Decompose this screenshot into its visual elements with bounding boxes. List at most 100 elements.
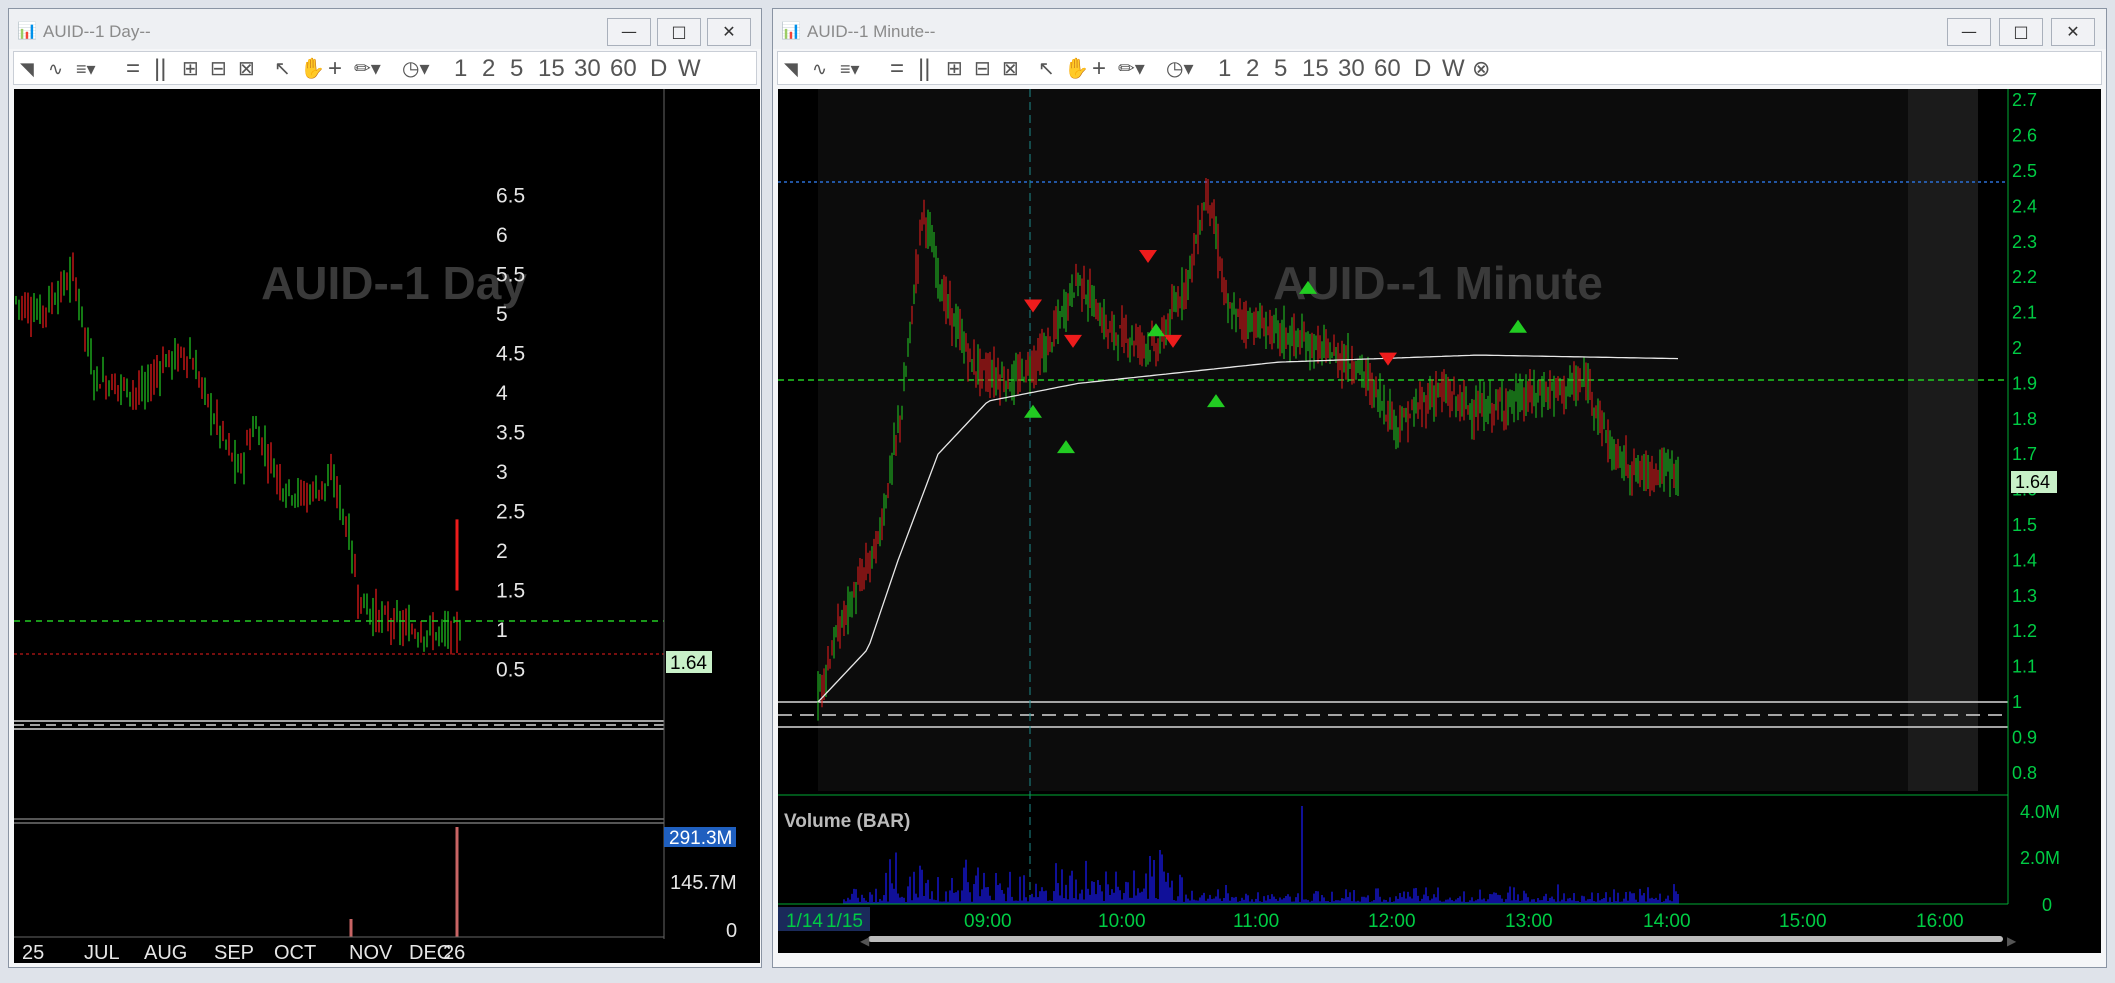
- session-shade: [818, 89, 1948, 791]
- y-tick-label: 2.1: [2012, 303, 2037, 323]
- vertical-line-icon[interactable]: ||: [154, 56, 166, 82]
- minimize-button[interactable]: —: [607, 18, 651, 46]
- price-tag-text: 1.64: [670, 653, 707, 674]
- x-axis-label: 1/15: [826, 911, 863, 932]
- y-tick-label: 1.5: [2012, 515, 2037, 535]
- scroll-left-icon[interactable]: ◀: [860, 934, 870, 948]
- y-tick-label: 3: [496, 461, 508, 484]
- y-tick-label: 1.9: [2012, 373, 2037, 393]
- y-tick-label: 1.7: [2012, 444, 2037, 464]
- hand-icon[interactable]: ✋: [1064, 56, 1089, 82]
- minute-chart-window: 📊 AUID--1 Minute-- — □ ✕ ◥ ∿ ≡▾ = || ⊞ ⊟…: [772, 8, 2107, 968]
- y-tick-label: 4: [496, 382, 508, 405]
- y-tick-label: 2.3: [2012, 232, 2037, 252]
- window-title: AUID--1 Minute--: [807, 22, 936, 41]
- y-tick-label: 5: [496, 303, 508, 326]
- interval-week[interactable]: W: [678, 56, 701, 82]
- minute-chart-svg: AUID--1 Minute 2.7 2.6 2.5 2.4 2.3 2.2 2.1 2 1.9…: [778, 89, 2060, 948]
- bar-chart-icon[interactable]: ◥: [784, 56, 798, 82]
- interval-2[interactable]: 2: [1246, 56, 1259, 82]
- crosshair-icon[interactable]: +: [328, 56, 342, 82]
- bar-chart-icon[interactable]: ◥: [20, 56, 34, 82]
- horizontal-line-icon[interactable]: =: [126, 56, 140, 82]
- interval-2[interactable]: 2: [482, 56, 495, 82]
- x-axis-label: 16:00: [1916, 911, 1964, 932]
- y-tick-label: 1: [496, 619, 508, 642]
- volume-mid-label: 2.0M: [2020, 848, 2060, 868]
- daily-chart-window: 📊 AUID--1 Day-- — □ ✕ ◥ ∿ ≡▾ = || ⊞ ⊟ ⊠ …: [8, 8, 762, 968]
- pencil-icon[interactable]: ✏▾: [1118, 56, 1145, 82]
- y-tick-label: 0.9: [2012, 727, 2037, 747]
- scroll-right-icon[interactable]: ▶: [2007, 934, 2017, 948]
- pencil-icon[interactable]: ✏▾: [354, 56, 381, 82]
- volume-max-label: 291.3M: [669, 828, 732, 849]
- maximize-button[interactable]: □: [657, 18, 701, 46]
- study-icon[interactable]: ≡▾: [840, 56, 860, 82]
- line-chart-icon[interactable]: ∿: [48, 56, 63, 82]
- y-tick-label: 2.2: [2012, 267, 2037, 287]
- zoom-in-icon[interactable]: ⊞: [182, 56, 199, 82]
- clock-icon[interactable]: ◷▾: [402, 56, 430, 82]
- x-axis-label: 13:00: [1505, 911, 1553, 932]
- chart-app-icon: 📊: [17, 21, 37, 40]
- horizontal-scrollbar[interactable]: [868, 936, 2003, 942]
- interval-5[interactable]: 5: [510, 56, 523, 82]
- interval-5[interactable]: 5: [1274, 56, 1287, 82]
- interval-1[interactable]: 1: [1218, 56, 1231, 82]
- clock-icon[interactable]: ◷▾: [1166, 56, 1194, 82]
- zoom-out-icon[interactable]: ⊟: [974, 56, 991, 82]
- close-button[interactable]: ✕: [2051, 18, 2095, 46]
- interval-day[interactable]: D: [650, 56, 667, 82]
- x-axis-label: 12:00: [1368, 911, 1416, 932]
- zoom-fit-icon[interactable]: ⊠: [1002, 56, 1019, 82]
- title-bar[interactable]: 📊 AUID--1 Minute-- — □ ✕: [773, 9, 2106, 49]
- chart-toolbar: ◥ ∿ ≡▾ = || ⊞ ⊟ ⊠ ↖ ✋ + ✏▾ ◷▾ 1 2 5 15 3…: [13, 51, 757, 85]
- interval-day[interactable]: D: [1414, 56, 1431, 82]
- y-tick-label: 2.6: [2012, 126, 2037, 146]
- y-tick-label: 4.5: [496, 343, 525, 366]
- minimize-button[interactable]: —: [1947, 18, 1991, 46]
- chart-toolbar: ◥ ∿ ≡▾ = || ⊞ ⊟ ⊠ ↖ ✋ + ✏▾ ◷▾ 1 2 5 15 3…: [777, 51, 2102, 85]
- y-tick-label: 6.5: [496, 185, 525, 208]
- zoom-in-icon[interactable]: ⊞: [946, 56, 963, 82]
- interval-30[interactable]: 30: [1338, 56, 1365, 82]
- y-tick-label: 1.8: [2012, 409, 2037, 429]
- minute-chart-area[interactable]: AUID--1 Minute 2.7 2.6 2.5 2.4 2.3 2.2 2.1 2 1.9…: [778, 89, 2101, 953]
- maximize-button[interactable]: □: [1999, 18, 2043, 46]
- y-tick-label: 0.8: [2012, 763, 2037, 783]
- x-axis-label: 10:00: [1098, 911, 1146, 932]
- x-axis-label: JUL: [84, 942, 120, 963]
- chart-watermark: AUID--1 Minute: [1273, 257, 1603, 309]
- title-bar[interactable]: 📊 AUID--1 Day-- — □ ✕: [9, 9, 761, 49]
- zoom-out-icon[interactable]: ⊟: [210, 56, 227, 82]
- y-tick-label: 5.5: [496, 264, 525, 287]
- interval-30[interactable]: 30: [574, 56, 601, 82]
- close-button[interactable]: ✕: [707, 18, 751, 46]
- vertical-line-icon[interactable]: ||: [918, 56, 930, 82]
- y-tick-label: 3.5: [496, 422, 525, 445]
- volume-max-label: 4.0M: [2020, 802, 2060, 822]
- interval-week[interactable]: W: [1442, 56, 1465, 82]
- interval-15[interactable]: 15: [538, 56, 565, 82]
- y-tick-label: 2.7: [2012, 90, 2037, 110]
- volume-zero-label: 0: [726, 920, 737, 942]
- line-chart-icon[interactable]: ∿: [812, 56, 827, 82]
- x-axis-label: 25: [22, 942, 44, 963]
- horizontal-line-icon[interactable]: =: [890, 56, 904, 82]
- interval-60[interactable]: 60: [610, 56, 637, 82]
- crosshair-icon[interactable]: +: [1092, 56, 1106, 82]
- hand-icon[interactable]: ✋: [300, 56, 325, 82]
- close-circle-icon[interactable]: ⊗: [1472, 56, 1490, 82]
- y-tick-label: 2: [496, 540, 508, 563]
- interval-15[interactable]: 15: [1302, 56, 1329, 82]
- pointer-icon[interactable]: ↖: [274, 56, 291, 82]
- daily-chart-area[interactable]: AUID--1 Day 6.5 6 5.5 5 4.5 4 3.5 3 2.5 2 1.5 1 0.5 …: [14, 89, 760, 964]
- zoom-fit-icon[interactable]: ⊠: [238, 56, 255, 82]
- study-icon[interactable]: ≡▾: [76, 56, 96, 82]
- volume-zero-label: 0: [2042, 895, 2052, 915]
- volume-mid-label: 145.7M: [670, 872, 737, 894]
- pointer-icon[interactable]: ↖: [1038, 56, 1055, 82]
- interval-1[interactable]: 1: [454, 56, 467, 82]
- y-tick-label: 2.5: [2012, 161, 2037, 181]
- interval-60[interactable]: 60: [1374, 56, 1401, 82]
